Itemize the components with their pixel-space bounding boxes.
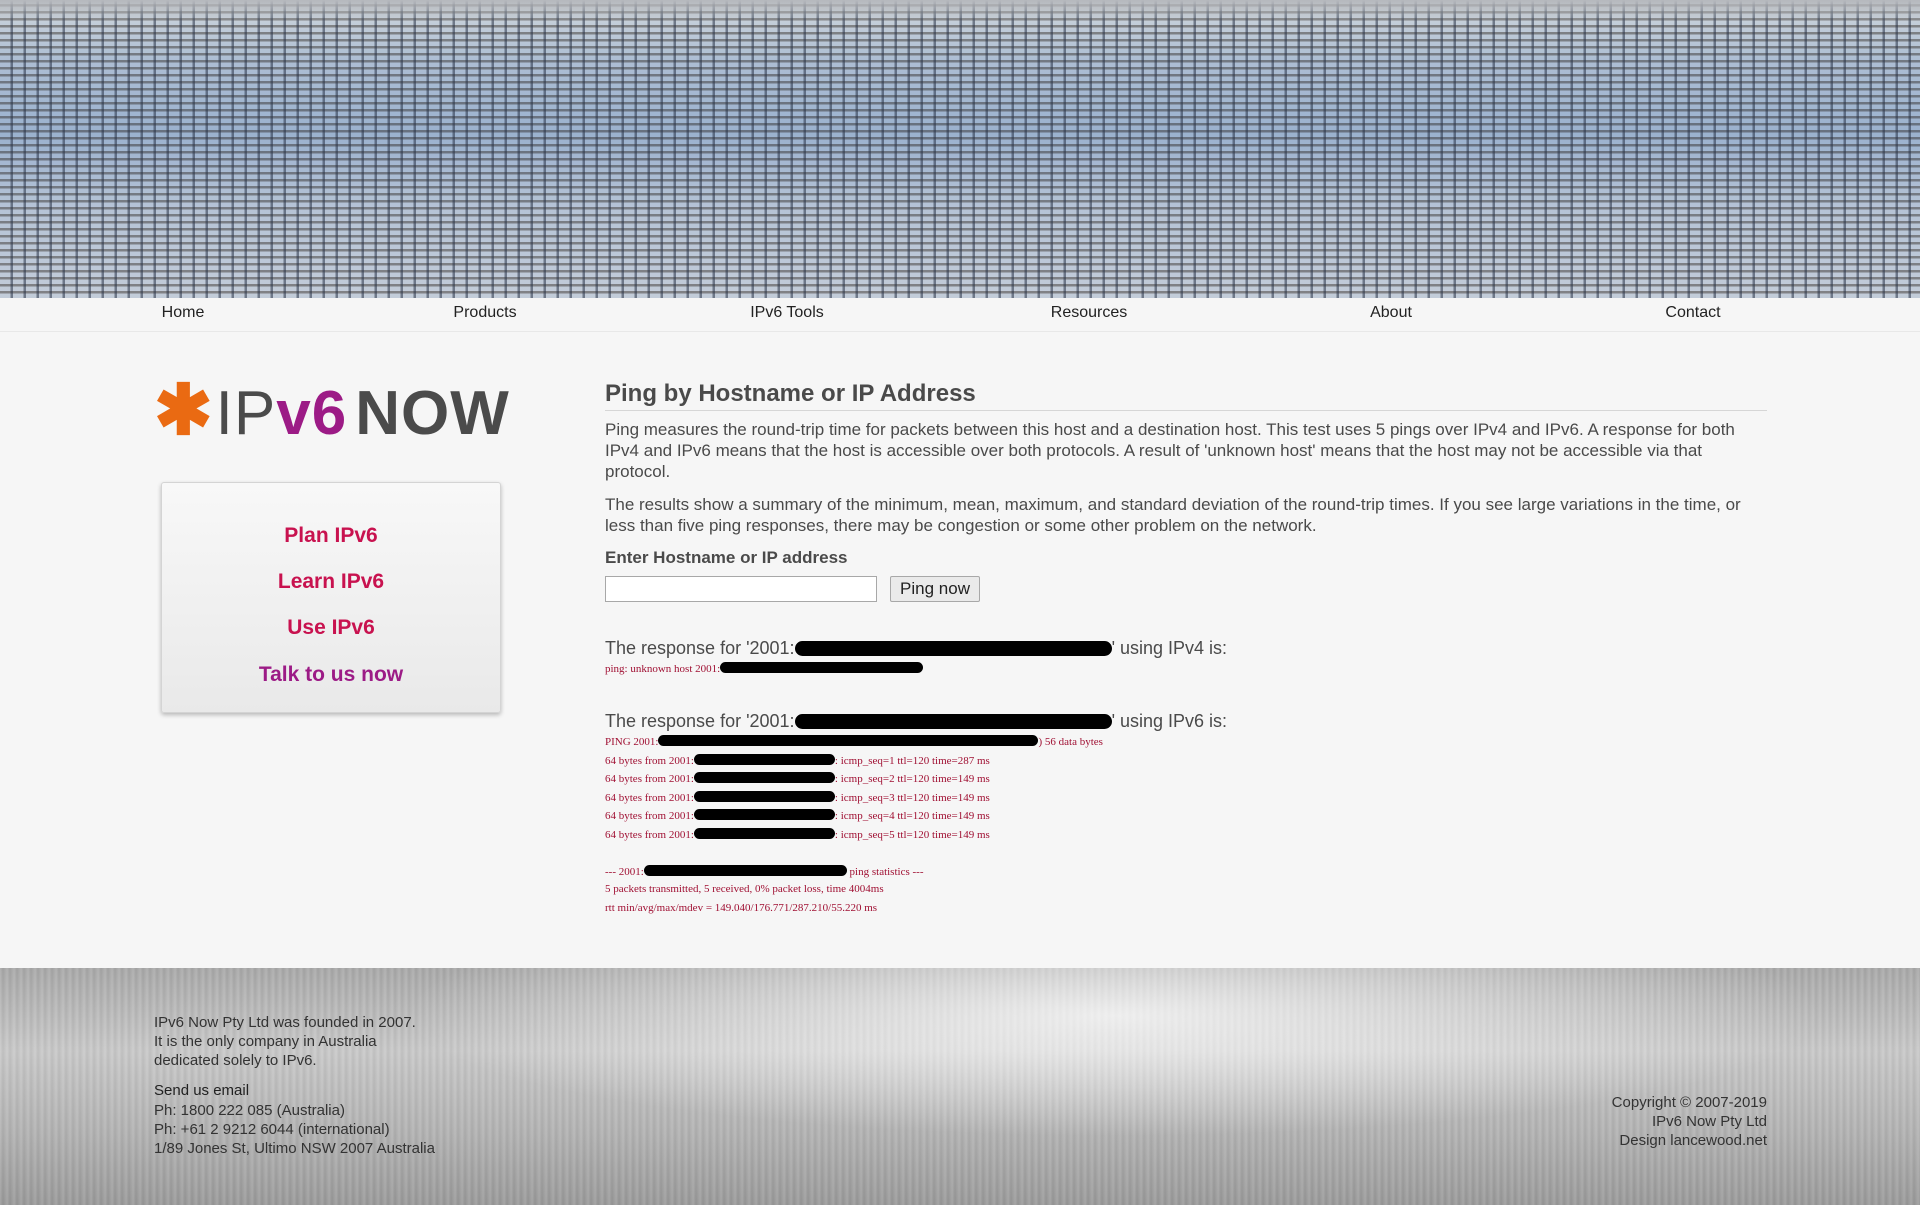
ipv6-reply-line: 64 bytes from 2001: : icmp_seq=3 ttl=120 … bbox=[605, 791, 990, 804]
ipv6-heading-suffix: ' using IPv6 is: bbox=[1111, 711, 1228, 731]
footer-company: IPv6 Now Pty Ltd bbox=[1651, 1113, 1767, 1130]
reply-prefix: 64 bytes from 2001: bbox=[605, 810, 694, 822]
nav-home[interactable]: Home bbox=[162, 304, 205, 322]
redaction-mark bbox=[658, 735, 1039, 746]
redaction-mark bbox=[720, 662, 924, 673]
footer-phone-international: Ph: +61 2 9212 6044 (international) bbox=[154, 1121, 390, 1138]
ipv6-reply-line: 64 bytes from 2001: : icmp_seq=5 ttl=120 … bbox=[605, 828, 990, 841]
ipv4-heading-prefix: The response for '2001: bbox=[605, 638, 795, 658]
ipv6-ping-line: PING 2001: ) 56 data bytes bbox=[605, 735, 1103, 748]
ipv6-reply-line: 64 bytes from 2001: : icmp_seq=4 ttl=120 … bbox=[605, 809, 990, 822]
ipv4-heading-suffix: ' using IPv4 is: bbox=[1111, 638, 1228, 658]
ipv6-stats-header: --- 2001: ping statistics --- bbox=[605, 865, 923, 878]
ping-now-button[interactable]: Ping now bbox=[890, 576, 980, 602]
sidebar-link-plan-ipv6[interactable]: Plan IPv6 bbox=[162, 524, 500, 548]
redaction-mark bbox=[794, 641, 1112, 656]
intro-paragraph: Ping measures the round-trip time for pa… bbox=[605, 420, 1735, 481]
footer: IPv6 Now Pty Ltd was founded in 2007. It… bbox=[0, 968, 1920, 1205]
hero-sky bbox=[0, 0, 1920, 22]
reply-suffix: : icmp_seq=2 ttl=120 time=149 ms bbox=[834, 773, 990, 785]
ipv6-heading-prefix: The response for '2001: bbox=[605, 711, 795, 731]
sidebar-link-learn-ipv6[interactable]: Learn IPv6 bbox=[162, 570, 500, 594]
reply-prefix: 64 bytes from 2001: bbox=[605, 829, 694, 841]
hostname-field-label: Enter Hostname or IP address bbox=[605, 548, 848, 567]
ipv4-output-text: ping: unknown host 2001: bbox=[605, 663, 721, 675]
page-title: Ping by Hostname or IP Address bbox=[605, 380, 1767, 411]
main-content: Ping by Hostname or IP Address Ping meas… bbox=[605, 380, 1767, 914]
nav-resources[interactable]: Resources bbox=[1051, 304, 1127, 322]
results-paragraph: The results show a summary of the minimu… bbox=[605, 495, 1741, 535]
ipv4-response-heading: The response for '2001: ' using IPv4 is: bbox=[605, 638, 1227, 659]
stats-prefix: --- 2001: bbox=[605, 866, 644, 878]
ipv6-reply-line: 64 bytes from 2001: : icmp_seq=2 ttl=120 … bbox=[605, 772, 990, 785]
redaction-mark bbox=[794, 714, 1112, 729]
send-email-link[interactable]: Send us email bbox=[154, 1082, 249, 1099]
ping-line-prefix: PING 2001: bbox=[605, 736, 659, 748]
nav-about[interactable]: About bbox=[1370, 304, 1412, 322]
reply-suffix: : icmp_seq=3 ttl=120 time=149 ms bbox=[834, 792, 990, 804]
redaction-mark bbox=[693, 754, 835, 765]
main-nav: Home Products IPv6 Tools Resources About… bbox=[0, 298, 1920, 332]
stats-suffix: ping statistics --- bbox=[846, 866, 924, 878]
nav-contact[interactable]: Contact bbox=[1665, 304, 1720, 322]
reply-suffix: : icmp_seq=5 ttl=120 time=149 ms bbox=[834, 829, 990, 841]
ping-line-suffix: ) 56 data bytes bbox=[1038, 736, 1103, 748]
lancewood-link[interactable]: lancewood.net bbox=[1670, 1132, 1767, 1149]
ipv6-reply-line: 64 bytes from 2001: : icmp_seq=1 ttl=120 … bbox=[605, 754, 990, 767]
sidebar-box: Plan IPv6 Learn IPv6 Use IPv6 Talk to us… bbox=[161, 482, 501, 713]
asterisk-icon: ✱ bbox=[154, 371, 214, 449]
reply-suffix: : icmp_seq=4 ttl=120 time=149 ms bbox=[834, 810, 990, 822]
footer-address: 1/89 Jones St, Ultimo NSW 2007 Australia bbox=[154, 1140, 435, 1157]
reply-prefix: 64 bytes from 2001: bbox=[605, 792, 694, 804]
logo-v6: v6 bbox=[276, 379, 348, 448]
nav-ipv6-tools[interactable]: IPv6 Tools bbox=[750, 304, 824, 322]
redaction-mark bbox=[693, 809, 835, 820]
nav-products[interactable]: Products bbox=[453, 304, 516, 322]
redaction-mark bbox=[643, 865, 847, 876]
logo-ip: IP bbox=[215, 379, 277, 448]
footer-design-credit: Design lancewood.net bbox=[1619, 1131, 1767, 1150]
ipv6-packet-summary: 5 packets transmitted, 5 received, 0% pa… bbox=[605, 883, 884, 895]
redaction-mark bbox=[693, 772, 835, 783]
hostname-input[interactable] bbox=[605, 576, 877, 602]
hero-banner-image bbox=[0, 0, 1920, 298]
reply-suffix: : icmp_seq=1 ttl=120 time=287 ms bbox=[834, 755, 990, 767]
footer-about-line-2: It is the only company in Australia bbox=[154, 1033, 377, 1050]
ipv6-rtt-summary: rtt min/avg/max/mdev = 149.040/176.771/2… bbox=[605, 902, 878, 914]
reply-prefix: 64 bytes from 2001: bbox=[605, 755, 694, 767]
footer-about-line-1: IPv6 Now Pty Ltd was founded in 2007. bbox=[154, 1014, 416, 1031]
ipv6now-logo[interactable]: ✱IPv6 NOW bbox=[154, 375, 510, 446]
sidebar-link-talk-to-us[interactable]: Talk to us now bbox=[162, 663, 500, 687]
design-credit-prefix: Design bbox=[1619, 1132, 1671, 1149]
redaction-mark bbox=[693, 791, 835, 802]
redaction-mark bbox=[693, 828, 835, 839]
footer-phone-australia: Ph: 1800 222 085 (Australia) bbox=[154, 1102, 345, 1119]
footer-about-line-3: dedicated solely to IPv6. bbox=[154, 1052, 317, 1069]
footer-copyright: Copyright © 2007-2019 bbox=[1611, 1094, 1767, 1111]
ipv6-response-heading: The response for '2001: ' using IPv6 is: bbox=[605, 711, 1227, 732]
reply-prefix: 64 bytes from 2001: bbox=[605, 773, 694, 785]
ipv4-output-line: ping: unknown host 2001: bbox=[605, 662, 924, 675]
sidebar-link-use-ipv6[interactable]: Use IPv6 bbox=[162, 616, 500, 640]
logo-now: NOW bbox=[355, 379, 510, 448]
